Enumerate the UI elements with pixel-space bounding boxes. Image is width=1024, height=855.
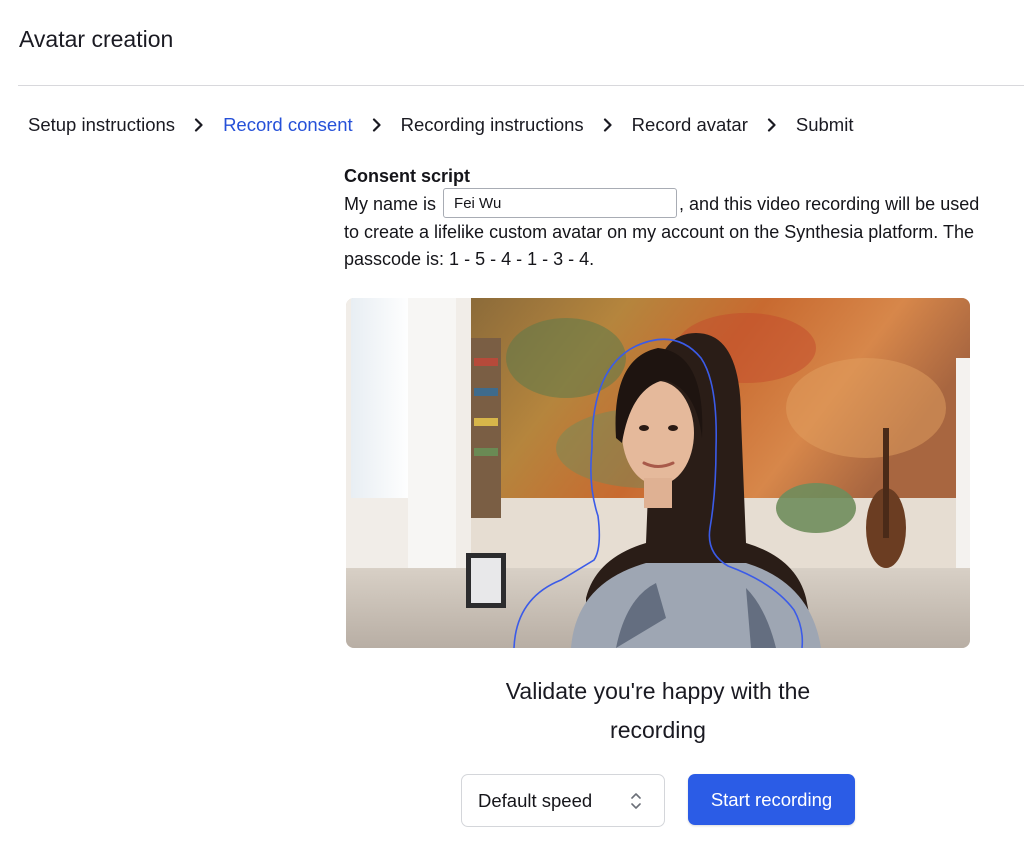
speed-select-label: Default speed <box>478 789 593 811</box>
consent-script: Consent script My name is , and this vid… <box>344 164 984 274</box>
consent-heading: Consent script <box>344 166 471 186</box>
chevron-right-icon <box>353 118 401 132</box>
chevron-up-down-icon <box>631 793 641 809</box>
step-breadcrumb: Setup instructions Record consent Record… <box>28 112 853 138</box>
validate-message: Validate you're happy with the recording <box>505 678 811 743</box>
camera-preview-icon <box>346 298 970 648</box>
chevron-right-icon <box>175 118 223 132</box>
consent-prefix: My name is <box>344 194 437 214</box>
step-submit[interactable]: Submit <box>796 114 854 136</box>
name-input[interactable] <box>443 188 678 219</box>
page-title: Avatar creation <box>19 26 174 52</box>
chevron-right-icon <box>748 118 796 132</box>
speed-select[interactable]: Default speed <box>461 774 665 827</box>
step-recording-instructions[interactable]: Recording instructions <box>401 114 584 136</box>
step-record-consent[interactable]: Record consent <box>223 114 353 136</box>
start-recording-button[interactable]: Start recording <box>688 774 855 825</box>
chevron-right-icon <box>584 118 632 132</box>
step-setup-instructions[interactable]: Setup instructions <box>28 114 175 136</box>
consent-text: My name is , and this video recording wi… <box>344 188 984 274</box>
camera-preview <box>346 298 970 648</box>
header-divider <box>18 85 1024 86</box>
step-record-avatar[interactable]: Record avatar <box>632 114 748 136</box>
